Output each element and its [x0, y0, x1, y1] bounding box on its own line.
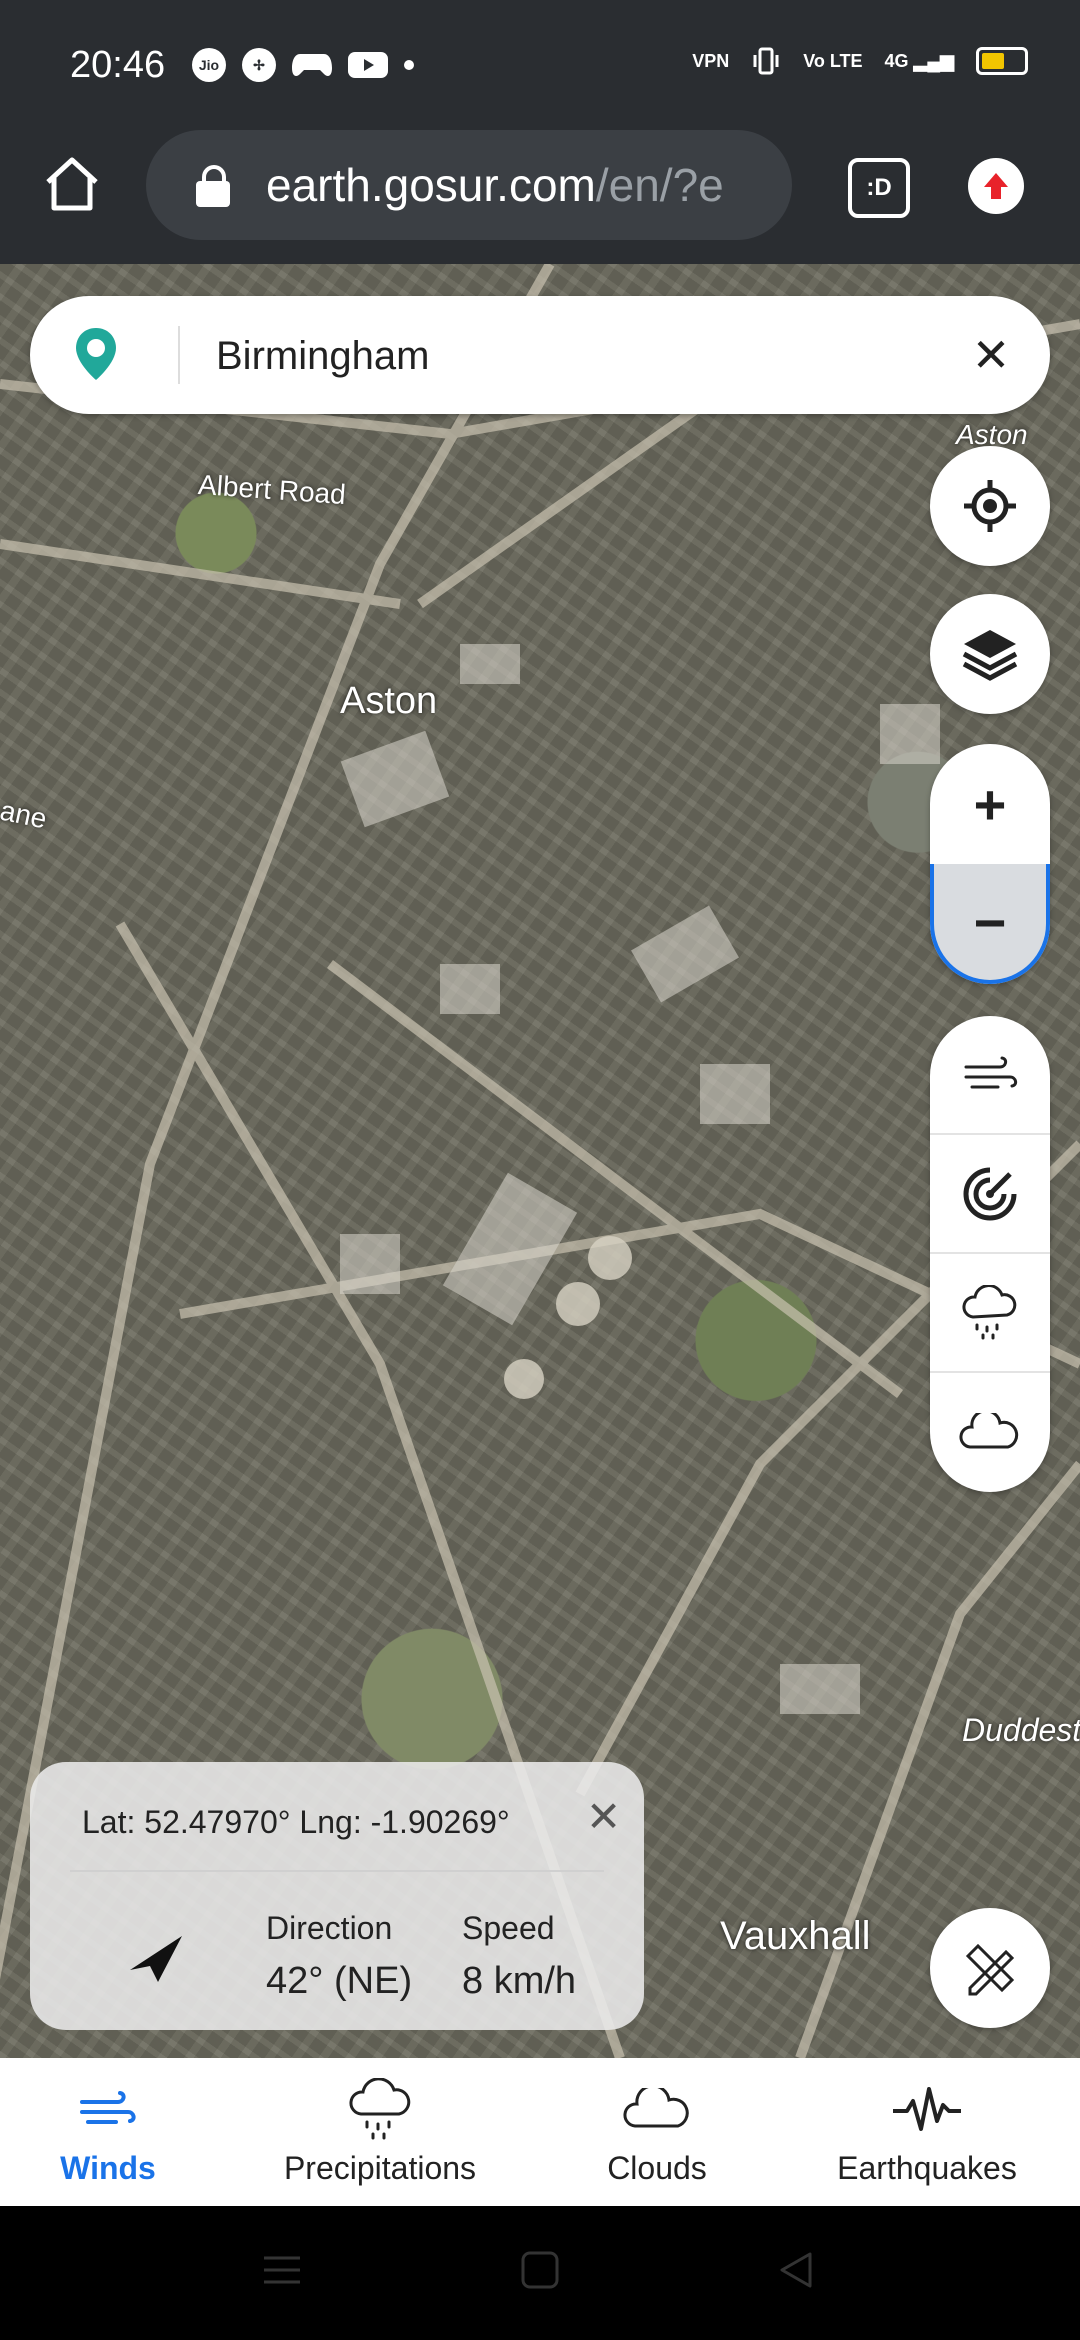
- my-location-button[interactable]: [930, 446, 1050, 566]
- lock-icon[interactable]: [196, 165, 230, 207]
- wind-icon: [80, 2091, 136, 2124]
- nav-earthquakes-label: Earthquakes: [837, 2150, 1017, 2186]
- precipitation-layer-button[interactable]: [930, 1254, 1050, 1373]
- map-label-aston: Aston: [340, 680, 438, 722]
- volte-icon: Vo LTE: [803, 50, 863, 71]
- nav-clouds-label: Clouds: [607, 2150, 707, 2186]
- wind-icon: [964, 1056, 1018, 1088]
- network-type: 4G: [884, 50, 909, 71]
- update-button[interactable]: [968, 158, 1024, 214]
- vibrate-icon: [753, 47, 779, 75]
- weather-layer-controls: [930, 1016, 1050, 1492]
- status-time: 20:46: [70, 44, 166, 86]
- vpn-icon: VPN: [692, 50, 730, 71]
- bottom-navigation: Winds Precipitations Clouds Earthquakes: [0, 2058, 1080, 2206]
- search-bar: ✕: [30, 296, 1050, 414]
- map-layers-button[interactable]: [930, 594, 1050, 714]
- nav-precipitations-label: Precipitations: [283, 2150, 477, 2186]
- info-divider: [70, 1870, 604, 1872]
- home-square-icon[interactable]: [520, 2250, 560, 2290]
- cloud-icon: [959, 1412, 1019, 1448]
- youtube-icon: [348, 52, 388, 78]
- direction-label: Direction: [266, 1910, 393, 1946]
- nav-earthquakes[interactable]: Earthquakes: [820, 2058, 1034, 2206]
- tab-switcher-button[interactable]: :D: [848, 158, 910, 218]
- nav-winds[interactable]: Winds: [28, 2058, 188, 2206]
- zoom-controls: + −: [930, 744, 1050, 984]
- notification-icons: Jio ✢: [192, 48, 414, 82]
- url-path: /en/?e: [595, 159, 724, 211]
- crosshair-icon: [964, 480, 1016, 532]
- jio-icon: Jio: [192, 48, 226, 82]
- battery-icon: [976, 47, 1028, 75]
- arrow-up-icon: [984, 173, 1008, 199]
- wind-layer-button[interactable]: [930, 1016, 1050, 1135]
- layers-icon: [962, 630, 1018, 681]
- status-bar: 20:46 Jio ✢ VPN Vo LTE 4G ▂▄▆: [0, 0, 1080, 130]
- search-divider: [178, 326, 180, 384]
- menu-icon[interactable]: [262, 2252, 302, 2288]
- browser-toolbar: earth.gosur.com/en/?e :D: [0, 130, 1080, 264]
- direction-value: 42° (NE): [266, 1960, 413, 2002]
- system-icons: VPN Vo LTE 4G ▂▄▆: [692, 46, 1028, 76]
- map-pin-icon: [76, 328, 116, 380]
- back-triangle-icon[interactable]: [776, 2250, 816, 2290]
- zoom-out-button[interactable]: −: [930, 864, 1050, 984]
- close-info-button[interactable]: ✕: [586, 1792, 621, 1841]
- signal-4g-icon: 4G ▂▄▆: [884, 50, 954, 71]
- address-bar[interactable]: earth.gosur.com/en/?e: [146, 130, 792, 240]
- system-navigation-bar: [0, 2206, 1080, 2340]
- pinwheel-icon: ✢: [242, 48, 276, 82]
- ruler-pencil-icon: [965, 1943, 1015, 1996]
- clear-search-button[interactable]: ✕: [966, 330, 1016, 380]
- wind-direction-arrow-icon: [130, 1936, 182, 1982]
- url-text[interactable]: earth.gosur.com/en/?e: [266, 158, 766, 212]
- draw-tool-button[interactable]: [930, 1908, 1050, 2028]
- search-input[interactable]: [214, 320, 978, 392]
- gamepad-icon: [292, 54, 332, 76]
- rain-cloud-icon: [349, 2078, 411, 2140]
- cloud-layer-button[interactable]: [930, 1373, 1050, 1492]
- wind-info-card: Lat: 52.47970° Lng: -1.90269° ✕ Directio…: [30, 1762, 644, 2030]
- dot-icon: [404, 60, 414, 70]
- radar-layer-button[interactable]: [930, 1135, 1050, 1254]
- map-label-duddeston: Duddest: [962, 1712, 1080, 1748]
- map-label-vauxhall: Vauxhall: [720, 1914, 871, 1958]
- speed-value: 8 km/h: [462, 1960, 577, 2002]
- nav-winds-label: Winds: [60, 2150, 156, 2186]
- speed-label: Speed: [462, 1910, 555, 1946]
- rain-cloud-icon: [962, 1284, 1017, 1339]
- radar-icon: [963, 1167, 1017, 1220]
- coordinates-text: Lat: 52.47970° Lng: -1.90269°: [82, 1804, 510, 1840]
- home-icon[interactable]: [40, 152, 104, 216]
- seismograph-icon: [893, 2087, 961, 2131]
- nav-clouds[interactable]: Clouds: [580, 2058, 734, 2206]
- zoom-in-button[interactable]: +: [930, 744, 1050, 864]
- url-host: earth.gosur.com: [266, 159, 596, 211]
- nav-precipitations[interactable]: Precipitations: [270, 2058, 490, 2206]
- cloud-icon: [623, 2088, 689, 2128]
